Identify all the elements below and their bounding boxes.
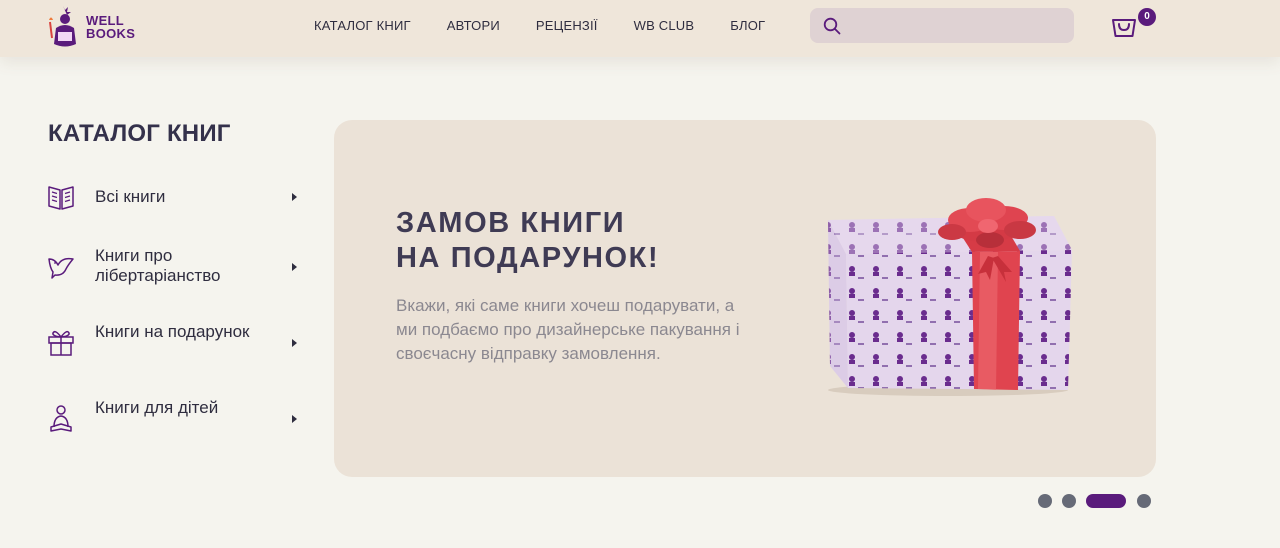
catalog-item-label: Книги для дітей (95, 398, 219, 417)
nav-blog[interactable]: БЛОГ (730, 18, 765, 33)
nav-authors[interactable]: АВТОРИ (447, 18, 500, 33)
carousel-dot-1[interactable] (1038, 494, 1052, 508)
catalog-title: КАТАЛОГ КНИГ (48, 120, 231, 147)
gift-box-icon (828, 198, 1072, 396)
open-book-icon (48, 186, 74, 210)
nav-wb-club[interactable]: WB CLUB (634, 18, 695, 33)
promo-banner[interactable]: ЗАМОВ КНИГИ НА ПОДАРУНОК! Вкажи, які сам… (334, 120, 1156, 477)
cart-count-badge: 0 (1138, 8, 1156, 26)
nav-reviews[interactable]: РЕЦЕНЗІЇ (536, 18, 598, 33)
site-header: WELL BOOKS КАТАЛОГ КНИГ АВТОРИ РЕЦЕНЗІЇ … (0, 0, 1280, 57)
chevron-right-icon (292, 415, 297, 423)
catalog-item-label: Всі книги (95, 187, 166, 206)
catalog-item-children-books[interactable]: Книги для дітей (46, 398, 306, 448)
logo-text: WELL BOOKS (86, 13, 136, 41)
carousel-dot-2[interactable] (1062, 494, 1076, 508)
cart-icon[interactable] (1110, 13, 1138, 39)
logo-knight-icon (49, 6, 76, 47)
catalog-item-gift-books[interactable]: Книги на подарунок (46, 322, 306, 372)
logo[interactable]: WELL BOOKS (46, 4, 146, 50)
carousel-dot-3-active[interactable] (1086, 494, 1126, 508)
banner-title: ЗАМОВ КНИГИ НА ПОДАРУНОК! (396, 207, 660, 274)
chevron-right-icon (292, 263, 297, 271)
carousel-dot-4[interactable] (1137, 494, 1151, 508)
dove-icon (48, 257, 74, 279)
search-icon[interactable] (823, 17, 841, 35)
catalog-item-label: Книги на подарунок (95, 322, 250, 341)
chevron-right-icon (292, 339, 297, 347)
chevron-right-icon (292, 193, 297, 201)
nav-catalog[interactable]: КАТАЛОГ КНИГ (314, 18, 411, 33)
search-input[interactable] (848, 8, 1072, 45)
catalog-item-all-books[interactable]: Всі книги (46, 182, 306, 232)
catalog-item-libertarianism[interactable]: Книги про лібертаріанство (46, 246, 306, 296)
search-box[interactable] (810, 8, 1074, 45)
main-nav: КАТАЛОГ КНИГ АВТОРИ РЕЦЕНЗІЇ WB CLUB БЛО… (314, 0, 801, 50)
gift-icon (48, 330, 74, 356)
catalog-item-label: Книги про лібертаріанство (95, 246, 221, 285)
child-reading-icon (50, 405, 72, 432)
banner-description: Вкажи, які саме книги хочеш подарувати, … (396, 296, 740, 363)
